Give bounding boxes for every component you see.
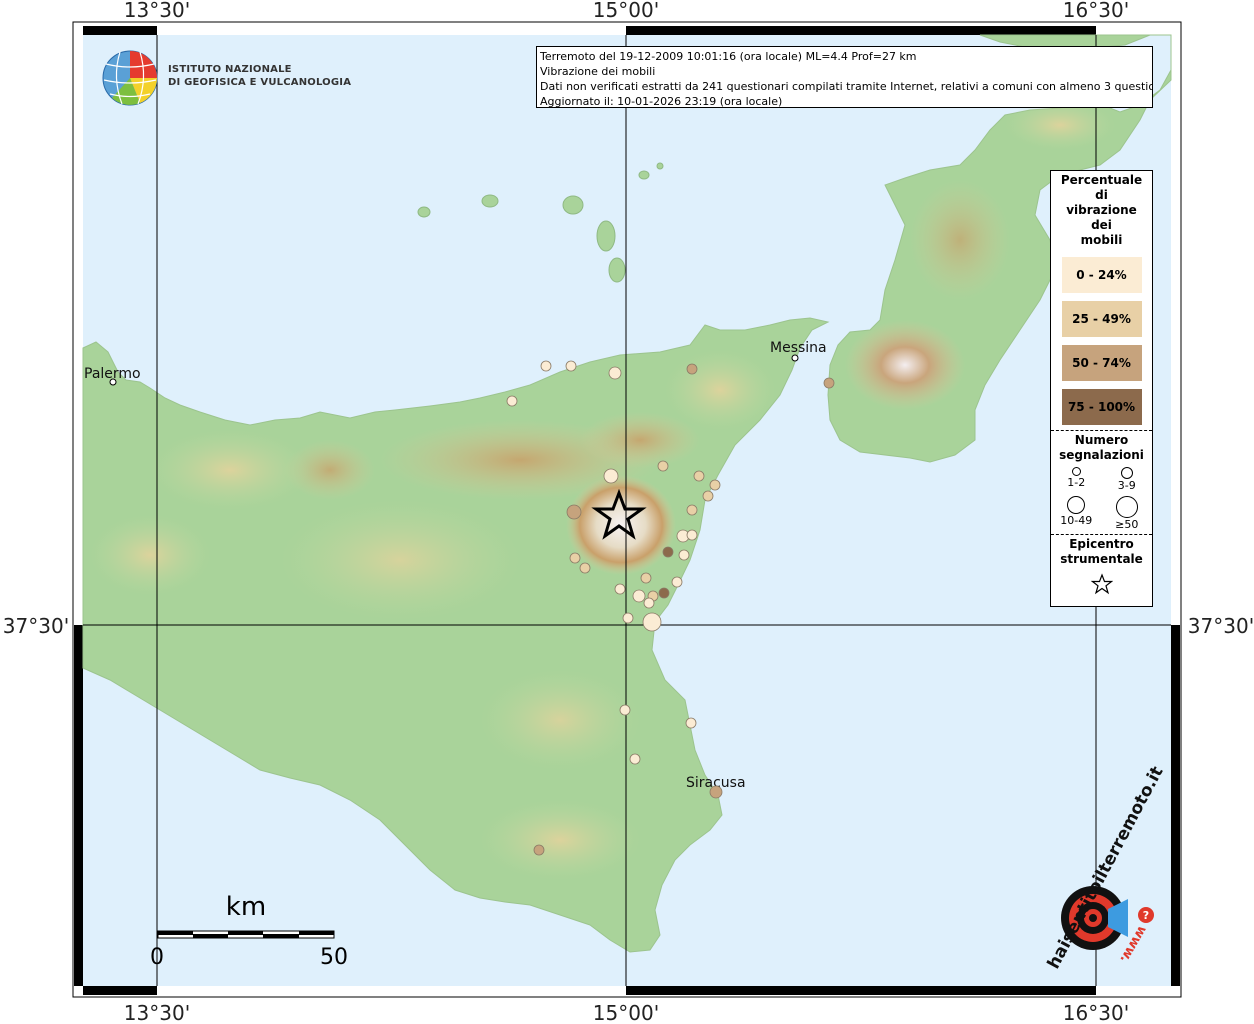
- event-info-line4: Aggiornato il: 10-01-2026 23:19 (ora loc…: [540, 95, 783, 108]
- point-04: [686, 363, 698, 375]
- point-11: [702, 490, 714, 502]
- event-info-line1: Terremoto del 19-12-2009 10:01:16 (ora l…: [540, 50, 917, 63]
- point-02: [565, 360, 577, 372]
- scale-unit: km: [226, 892, 266, 922]
- scale-min: 0: [150, 945, 164, 970]
- legend-title-2: di: [1095, 188, 1108, 202]
- point-13: [686, 504, 698, 516]
- point-29: [619, 704, 631, 716]
- svg-text:?: ?: [1143, 909, 1149, 922]
- legend-class-4: 75 - 100%: [1061, 389, 1142, 425]
- point-10: [709, 479, 721, 491]
- lon-label-top-2: 15°00': [593, 0, 659, 22]
- legend-class-2: 25 - 49%: [1061, 301, 1142, 337]
- legend-count-2: 3-9: [1105, 467, 1149, 492]
- scale-max: 50: [320, 945, 348, 970]
- legend-epicenter-title-1: Epicentro: [1069, 537, 1134, 551]
- legend-title-3: vibrazione: [1066, 203, 1137, 217]
- place-label-palermo: Palermo: [84, 366, 141, 382]
- point-23: [632, 589, 646, 603]
- point-15: [686, 529, 698, 541]
- point-19: [678, 549, 690, 561]
- legend-count-label-1: 1-2: [1067, 476, 1086, 489]
- point-16: [662, 546, 674, 558]
- point-05: [506, 395, 518, 407]
- point-32: [709, 785, 723, 799]
- lon-label-bottom-1: 13°30': [124, 1001, 190, 1024]
- point-17: [569, 552, 581, 564]
- legend-class-3: 50 - 74%: [1061, 345, 1142, 381]
- point-28: [642, 612, 662, 632]
- institute-name-line2: DI GEOFISICA E VULCANOLOGIA: [168, 77, 352, 88]
- point-07: [657, 460, 669, 472]
- map-legend: Percentuale di vibrazione dei mobili 0 -…: [1050, 170, 1153, 607]
- lon-label-top-3: 16°30': [1063, 0, 1129, 22]
- point-30: [685, 717, 697, 729]
- point-03: [608, 366, 622, 380]
- point-31: [629, 753, 641, 765]
- point-18: [579, 562, 591, 574]
- event-info-line2: Vibrazione dei mobili: [540, 65, 656, 78]
- institute-name-line1: ISTITUTO NAZIONALE: [168, 64, 292, 75]
- point-33: [533, 844, 545, 856]
- legend-class-1: 0 - 24%: [1061, 257, 1142, 293]
- point-25: [658, 587, 670, 599]
- event-info-line3: Dati non verificati estratti da 241 ques…: [540, 80, 1153, 93]
- lon-label-top-1: 13°30': [124, 0, 190, 22]
- institute-name: ISTITUTO NAZIONALE DI GEOFISICA E VULCAN…: [168, 63, 351, 89]
- legend-title-1: Percentuale: [1060, 173, 1143, 187]
- legend-title-5: mobili: [1080, 233, 1123, 247]
- point-01: [540, 360, 552, 372]
- point-06: [823, 377, 835, 389]
- legend-title-4: dei: [1091, 218, 1112, 232]
- lat-label-left: 37°30': [3, 614, 69, 638]
- lon-label-bottom-3: 16°30': [1063, 1001, 1129, 1024]
- legend-count-label-4: ≥50: [1115, 518, 1139, 531]
- legend-count-title-1: Numero: [1074, 433, 1129, 447]
- event-info-box: Terremoto del 19-12-2009 10:01:16 (ora l…: [536, 46, 1153, 108]
- lat-label-right: 37°30': [1188, 614, 1254, 638]
- ingv-globe-logo: [102, 50, 158, 106]
- legend-count-3: 10-49: [1054, 496, 1098, 531]
- legend-epicenter-title-2: strumentale: [1060, 552, 1143, 566]
- lon-label-bottom-2: 15°00': [593, 1001, 659, 1024]
- legend-count-label-3: 10-49: [1060, 514, 1093, 527]
- legend-count-label-2: 3-9: [1117, 479, 1136, 492]
- point-27: [622, 612, 634, 624]
- legend-count-title-2: segnalazioni: [1059, 448, 1144, 462]
- point-20: [640, 572, 652, 584]
- point-22: [614, 583, 626, 595]
- point-26: [643, 597, 655, 609]
- place-label-messina: Messina: [770, 340, 827, 356]
- legend-star-icon: [1090, 573, 1113, 595]
- point-08: [603, 468, 619, 484]
- legend-count-4: ≥50: [1105, 496, 1149, 531]
- point-12: [566, 504, 582, 520]
- point-09: [693, 470, 705, 482]
- legend-count-1: 1-2: [1054, 467, 1098, 492]
- point-21: [671, 576, 683, 588]
